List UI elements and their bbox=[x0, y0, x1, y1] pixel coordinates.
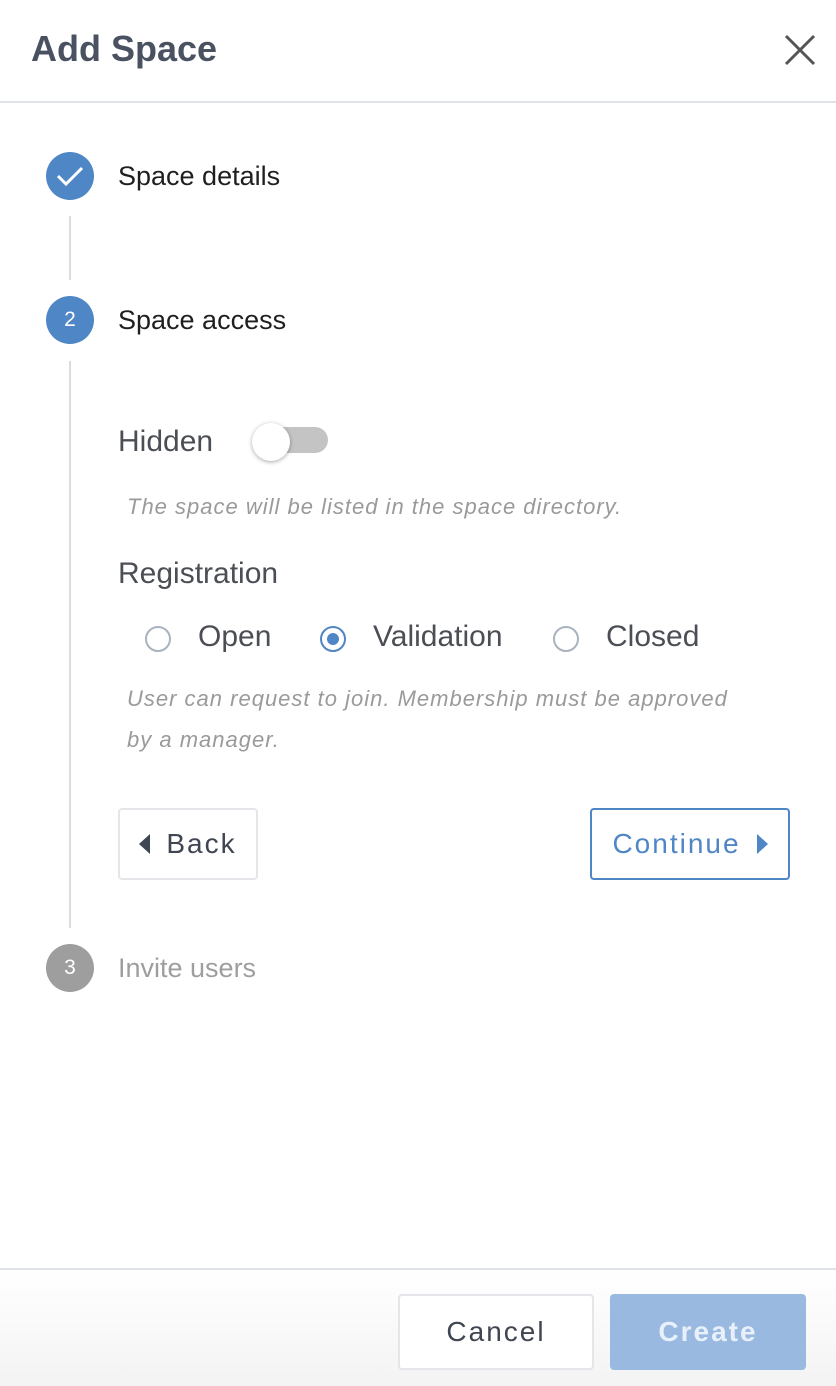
radio-closed-label[interactable]: Closed bbox=[606, 620, 699, 654]
registration-help-line2: by a manager. bbox=[127, 727, 280, 752]
radio-validation-label[interactable]: Validation bbox=[373, 620, 503, 654]
hidden-help-text: The space will be listed in the space di… bbox=[127, 494, 623, 519]
step-3-label: Invite users bbox=[118, 953, 257, 983]
radio-validation[interactable] bbox=[320, 626, 346, 652]
step-2-indicator: 2 bbox=[46, 296, 94, 344]
hidden-toggle[interactable] bbox=[252, 423, 330, 461]
cancel-button[interactable]: Cancel bbox=[398, 1294, 594, 1370]
caret-right-icon bbox=[756, 834, 768, 854]
radio-open-label[interactable]: Open bbox=[198, 620, 271, 654]
step-connector bbox=[69, 361, 71, 928]
check-icon bbox=[56, 166, 84, 187]
registration-label: Registration bbox=[118, 557, 279, 590]
back-button-label: Back bbox=[166, 828, 237, 859]
close-icon[interactable] bbox=[782, 32, 818, 68]
toggle-knob bbox=[252, 423, 290, 461]
back-button[interactable]: Back bbox=[118, 808, 258, 880]
step-1-label: Space details bbox=[118, 161, 281, 191]
step-3-indicator: 3 bbox=[46, 944, 94, 992]
continue-button[interactable]: Continue bbox=[590, 808, 790, 880]
dialog-header: Add Space bbox=[0, 0, 836, 103]
radio-closed[interactable] bbox=[553, 626, 579, 652]
registration-help-line1: User can request to join. Membership mus… bbox=[127, 686, 728, 711]
step-connector bbox=[69, 216, 71, 280]
dialog-title: Add Space bbox=[31, 28, 218, 69]
radio-open[interactable] bbox=[145, 626, 171, 652]
caret-left-icon bbox=[139, 834, 151, 854]
step-2-label: Space access bbox=[118, 305, 287, 335]
continue-button-label: Continue bbox=[612, 828, 741, 859]
hidden-label: Hidden bbox=[118, 425, 214, 458]
create-button[interactable]: Create bbox=[610, 1294, 806, 1370]
step-1-indicator bbox=[46, 152, 94, 200]
